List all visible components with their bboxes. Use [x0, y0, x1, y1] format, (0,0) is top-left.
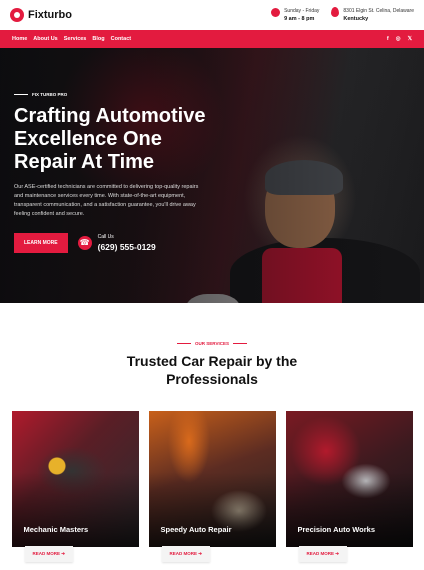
hero-section: FIX TURBO PRO Crafting Automotive Excell…	[0, 48, 424, 303]
hero-content: FIX TURBO PRO Crafting Automotive Excell…	[14, 92, 219, 253]
hero-description: Our ASE-certified technicians are commit…	[14, 184, 199, 217]
hours-info: Sunday - Friday 9 am - 8 pm	[271, 7, 319, 23]
services-title-line1: Trusted Car Repair by the	[126, 353, 298, 369]
clock-icon	[271, 8, 281, 17]
twitter-icon[interactable]: 𝕏	[408, 36, 412, 42]
logo[interactable]: Fixturbo	[10, 8, 72, 22]
hero-title: Crafting Automotive Excellence One Repai…	[14, 105, 206, 173]
call-label: Call Us	[97, 234, 114, 240]
call-us[interactable]: ☎ Call Us (629) 555-0129	[77, 234, 156, 252]
call-number[interactable]: (629) 555-0129	[98, 242, 156, 252]
hero-kicker: FIX TURBO PRO	[14, 92, 219, 97]
service-card-mechanic-masters[interactable]: Mechanic Masters	[11, 411, 139, 547]
read-more-button[interactable]: READ MORE ➔	[24, 546, 74, 562]
address-info: 8301 Elgin St. Celina, Delaware Kentucky	[331, 7, 414, 23]
nav-about-us[interactable]: About Us	[33, 36, 57, 42]
kicker-line-left	[177, 343, 192, 344]
nav-services[interactable]: Services	[64, 36, 87, 42]
location-pin-icon	[331, 7, 340, 17]
service-card-title: Speedy Auto Repair	[160, 525, 232, 534]
kicker-line	[14, 94, 28, 95]
services-kicker-text: OUR SERVICES	[195, 341, 229, 346]
services-title-line2: Professionals	[166, 371, 258, 387]
kicker-line-right	[232, 343, 247, 344]
phone-icon: ☎	[77, 236, 92, 250]
instagram-icon[interactable]: ◎	[396, 36, 401, 42]
hero-kicker-text: FIX TURBO PRO	[32, 92, 68, 97]
hours-label: Sunday - Friday	[284, 8, 320, 14]
main-nav: Home About Us Services Blog Contact f ◎ …	[0, 30, 424, 48]
learn-more-button[interactable]: LEARN MORE	[14, 233, 68, 253]
nav-contact[interactable]: Contact	[111, 36, 131, 42]
logo-text: Fixturbo	[28, 9, 72, 21]
service-card-title: Mechanic Masters	[23, 525, 89, 534]
address-line2: Kentucky	[343, 16, 369, 22]
top-bar: Fixturbo Sunday - Friday 9 am - 8 pm 830…	[0, 0, 424, 30]
nav-blog[interactable]: Blog	[92, 36, 104, 42]
services-kicker: OUR SERVICES	[0, 341, 424, 346]
services-title: Trusted Car Repair by the Professionals	[0, 352, 424, 388]
service-card-precision-auto-works[interactable]: Precision Auto Works	[285, 411, 413, 547]
services-section: OUR SERVICES Trusted Car Repair by the P…	[0, 303, 424, 570]
read-more-button[interactable]: READ MORE ➔	[161, 546, 211, 562]
nav-home[interactable]: Home	[12, 36, 27, 42]
service-card-speedy-auto-repair[interactable]: Speedy Auto Repair	[148, 411, 276, 547]
hours-value: 9 am - 8 pm	[284, 16, 315, 22]
facebook-icon[interactable]: f	[387, 36, 389, 42]
address-line1: 8301 Elgin St. Celina, Delaware	[343, 8, 414, 14]
gear-logo-icon	[10, 8, 24, 22]
service-card-title: Precision Auto Works	[297, 525, 376, 534]
read-more-button[interactable]: READ MORE ➔	[298, 546, 348, 562]
